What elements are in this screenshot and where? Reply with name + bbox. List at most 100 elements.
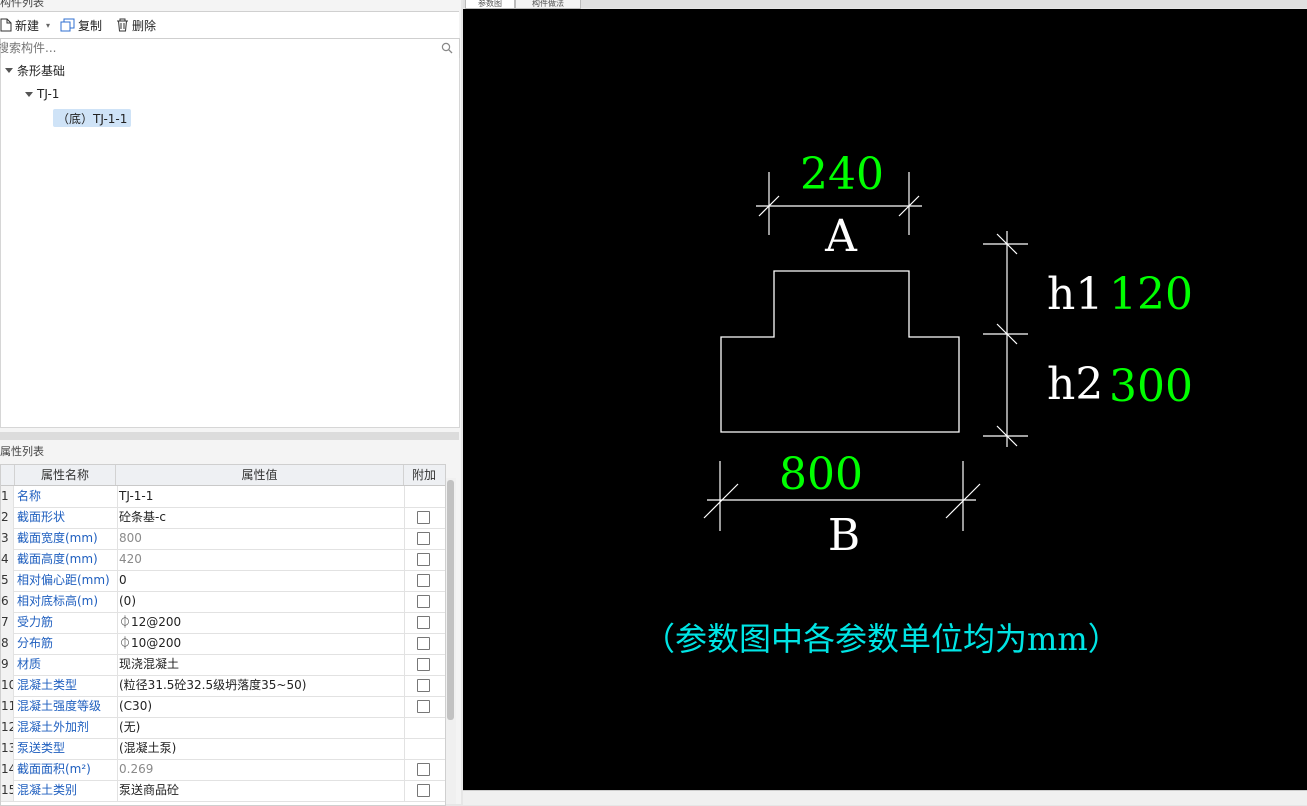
tree-node-strip-foundation[interactable]: 条形基础 xyxy=(5,61,65,79)
expand-icon[interactable] xyxy=(25,91,33,97)
panel-splitter[interactable] xyxy=(0,432,459,440)
attach-checkbox[interactable] xyxy=(417,574,430,587)
component-list-title: 构件列表 xyxy=(0,0,44,9)
attach-cell xyxy=(404,507,444,528)
new-dropdown-icon[interactable]: ▾ xyxy=(46,21,50,30)
property-value[interactable]: 现浇混凝土 xyxy=(117,654,405,675)
header-property-value[interactable]: 属性值 xyxy=(116,465,404,485)
property-row[interactable]: 12混凝土外加剂(无) xyxy=(1,717,445,739)
row-index: 6 xyxy=(1,591,14,612)
attach-checkbox[interactable] xyxy=(417,763,430,776)
property-row[interactable]: 8 分布筋 ⏀10@200 xyxy=(1,633,445,655)
property-value[interactable]: ⏀12@200 xyxy=(117,612,405,633)
attach-checkbox[interactable] xyxy=(417,511,430,524)
trash-icon xyxy=(117,18,128,32)
property-row[interactable]: 15混凝土类别泵送商品砼 xyxy=(1,780,445,802)
property-row[interactable]: 6 相对底标高(m) (0) xyxy=(1,591,445,613)
property-name: 截面宽度(mm) xyxy=(15,528,118,549)
header-attach[interactable]: 附加 xyxy=(404,465,444,485)
property-row[interactable]: 11混凝土强度等级(C30) xyxy=(1,696,445,718)
property-name: 泵送类型 xyxy=(15,738,118,759)
property-name: 截面高度(mm) xyxy=(15,549,118,570)
row-index: 12 xyxy=(1,717,14,738)
property-value[interactable]: (无) xyxy=(117,717,405,738)
dimension-b-label: B xyxy=(828,510,860,561)
row-index: 5 xyxy=(1,570,14,591)
tree-node-label: （底）TJ-1-1 xyxy=(57,111,128,126)
property-value[interactable]: 砼条基-c xyxy=(117,507,405,528)
property-row[interactable]: 10混凝土类型(粒径31.5砼32.5级坍落度35~50) xyxy=(1,675,445,697)
attach-checkbox[interactable] xyxy=(417,658,430,671)
property-row[interactable]: 14截面面积(m²)0.269 xyxy=(1,759,445,781)
header-property-name[interactable]: 属性名称 xyxy=(15,465,116,485)
property-value[interactable]: 0 xyxy=(117,570,405,591)
row-index: 2 xyxy=(1,507,14,528)
property-value[interactable]: (0) xyxy=(117,591,405,612)
row-index: 11 xyxy=(1,696,14,717)
tree-node-label: 条形基础 xyxy=(17,63,66,78)
property-row[interactable]: 5 相对偏心距(mm) 0 xyxy=(1,570,445,592)
property-scrollbar[interactable] xyxy=(446,478,456,804)
attach-checkbox[interactable] xyxy=(417,700,430,713)
property-row[interactable]: 9 材质 现浇混凝土 xyxy=(1,654,445,676)
property-row[interactable]: 3 截面宽度(mm) 800 xyxy=(1,528,445,550)
attach-checkbox[interactable] xyxy=(417,532,430,545)
search-input[interactable] xyxy=(0,39,417,56)
attach-checkbox[interactable] xyxy=(417,784,430,797)
copy-button[interactable]: 复制 xyxy=(60,15,102,35)
scrollbar-thumb[interactable] xyxy=(447,480,454,720)
attach-cell xyxy=(404,591,444,612)
unit-note: （参数图中各参数单位均为mm） xyxy=(643,620,1120,658)
property-value[interactable]: (C30) xyxy=(117,696,405,717)
property-value[interactable]: 420 xyxy=(117,549,405,570)
parameter-diagram-canvas: 240 A h1 120 h2 300 800 B （参数图中各参数单位均为mm… xyxy=(463,9,1307,790)
property-name: 截面面积(m²) xyxy=(15,759,118,780)
row-index: 4 xyxy=(1,549,14,570)
delete-button-label: 删除 xyxy=(132,18,157,33)
attach-checkbox[interactable] xyxy=(417,595,430,608)
attach-checkbox[interactable] xyxy=(417,553,430,566)
attach-checkbox[interactable] xyxy=(417,637,430,650)
tab-component-method[interactable]: 构件做法 xyxy=(515,0,581,9)
property-value[interactable]: TJ-1-1 xyxy=(117,486,405,507)
attach-cell xyxy=(404,570,444,591)
property-table-header: 属性名称 属性值 附加 xyxy=(1,465,445,486)
property-value[interactable]: 0.269 xyxy=(117,759,405,780)
h1-label: h1 xyxy=(1047,269,1103,320)
property-row[interactable]: 2 截面形状 砼条基-c xyxy=(1,507,445,529)
property-row[interactable]: 7 受力筋 ⏀12@200 xyxy=(1,612,445,634)
attach-cell xyxy=(404,486,444,507)
property-value[interactable]: 800 xyxy=(117,528,405,549)
view-tabs: 参数图 构件做法 xyxy=(463,0,1307,9)
tree-node-tj-1[interactable]: TJ-1 xyxy=(25,85,59,103)
tree-node-tj-1-1-selected[interactable]: （底）TJ-1-1 xyxy=(53,109,132,127)
property-row[interactable]: 4 截面高度(mm) 420 xyxy=(1,549,445,571)
property-name: 混凝土强度等级 xyxy=(15,696,118,717)
property-row[interactable]: 13泵送类型(混凝土泵) xyxy=(1,738,445,760)
expand-icon[interactable] xyxy=(5,67,13,73)
attach-cell xyxy=(404,612,444,633)
property-name: 截面形状 xyxy=(15,507,118,528)
property-list-title: 属性列表 xyxy=(0,445,44,458)
row-index: 1 xyxy=(1,486,14,507)
property-table: 属性名称 属性值 附加 1 名称 TJ-1-1 2 截面形状 砼条基-c 3 截面宽度(mm)… xyxy=(0,464,446,806)
property-value[interactable]: 泵送商品砼 xyxy=(117,780,405,801)
h2-label: h2 xyxy=(1047,359,1103,410)
dimension-heights xyxy=(983,231,1028,447)
property-value[interactable]: (混凝土泵) xyxy=(117,738,405,759)
property-name: 混凝土类别 xyxy=(15,780,118,801)
tab-parameter-diagram[interactable]: 参数图 xyxy=(465,0,515,9)
property-row[interactable]: 1 名称 TJ-1-1 xyxy=(1,486,445,508)
attach-checkbox[interactable] xyxy=(417,616,430,629)
header-index xyxy=(1,465,15,485)
row-index: 8 xyxy=(1,633,14,654)
new-button[interactable]: 新建 ▾ xyxy=(0,15,50,35)
left-panel: 构件列表 新建 ▾ 复制 删除 条形基础 TJ-1 （底）TJ-1-1 xyxy=(0,0,461,806)
search-icon[interactable] xyxy=(441,42,453,54)
attach-cell xyxy=(404,696,444,717)
property-value[interactable]: (粒径31.5砼32.5级坍落度35~50) xyxy=(117,675,405,696)
attach-checkbox[interactable] xyxy=(417,679,430,692)
component-toolbar: 新建 ▾ 复制 删除 xyxy=(0,11,459,39)
delete-button[interactable]: 删除 xyxy=(116,15,156,35)
property-value[interactable]: ⏀10@200 xyxy=(117,633,405,654)
